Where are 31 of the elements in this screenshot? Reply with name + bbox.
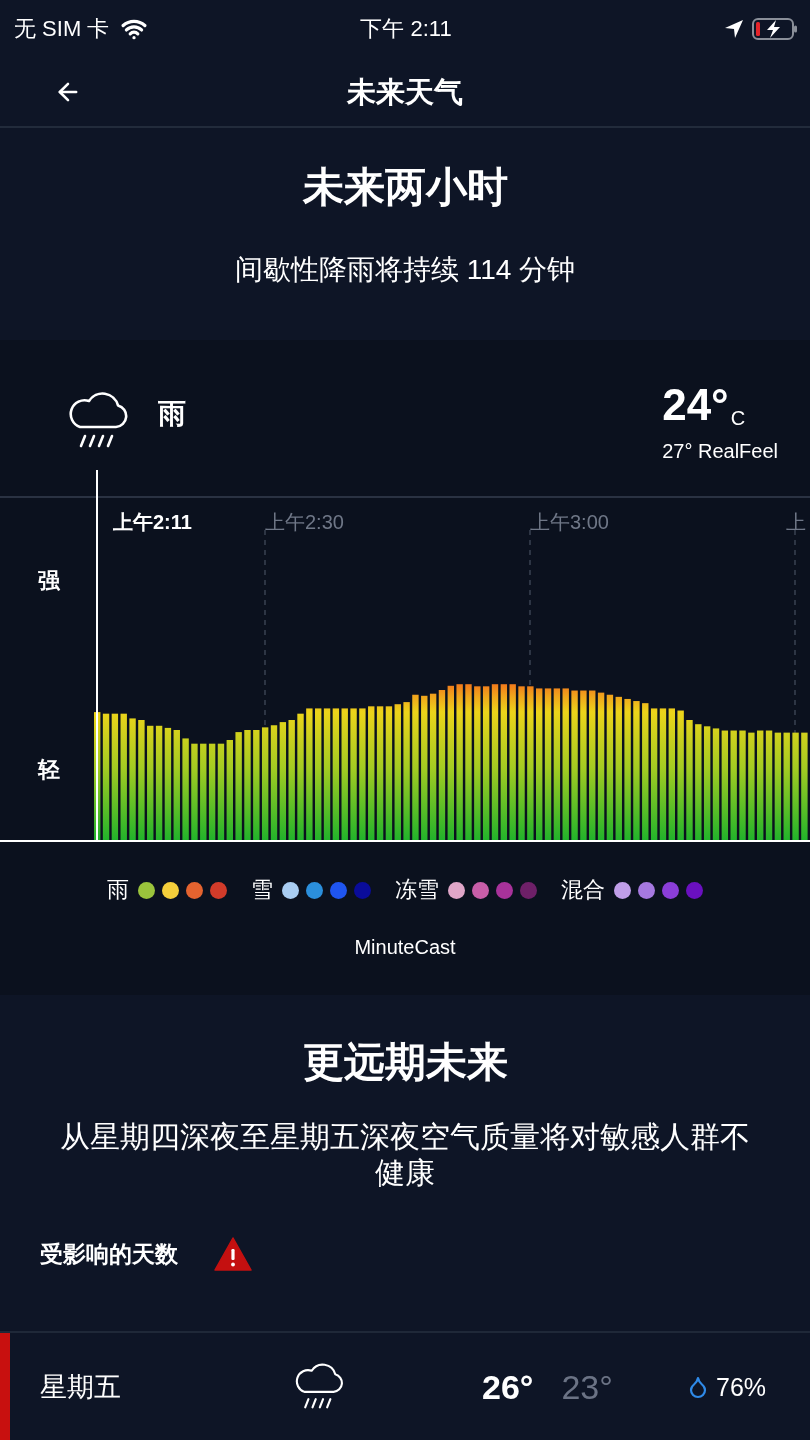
summary-text: 间歇性降雨将持续 114 分钟 [234,253,576,287]
location-arrow-icon [724,19,744,39]
rain-cloud-icon [66,392,130,450]
status-time: 下午 2:11 [360,15,452,43]
minutecast-label: MinuteCast [354,935,456,960]
legend-label: 混合 [561,876,605,904]
affected-days-label: 受影响的天数 [40,1240,178,1269]
low-temperature: 23° [561,1366,613,1407]
section-title: 更远期未来 [302,1038,508,1087]
carrier-label: 无 SIM 卡 [14,15,110,43]
air-quality-summary: 从星期四深夜至星期五深夜空气质量将对敏感人群不健康 [59,1119,751,1191]
realfeel-text: 27° RealFeel [662,439,778,464]
precipitation-value: 76% [716,1371,767,1402]
temperature-unit: C [730,406,746,430]
battery-icon [752,18,798,40]
temperature-value: 24° [662,380,729,430]
legend-label: 雪 [251,876,273,904]
time-label: 上午2:30 [265,510,344,535]
page-title: 未来天气 [347,75,463,110]
legend-label: 雨 [107,876,129,904]
time-label: 上午3:00 [530,510,609,535]
time-label: 上午2:11 [113,510,192,535]
intensity-label: 强 [38,568,60,594]
rain-cloud-icon [293,1362,345,1411]
legend-label: 冻雪 [395,876,439,904]
day-name: 星期五 [40,1370,121,1404]
high-temperature: 26° [482,1366,534,1407]
time-label: 上 [786,510,806,535]
section-title: 未来两小时 [302,163,508,212]
intensity-label: 轻 [38,757,60,783]
condition-label: 雨 [158,397,186,431]
